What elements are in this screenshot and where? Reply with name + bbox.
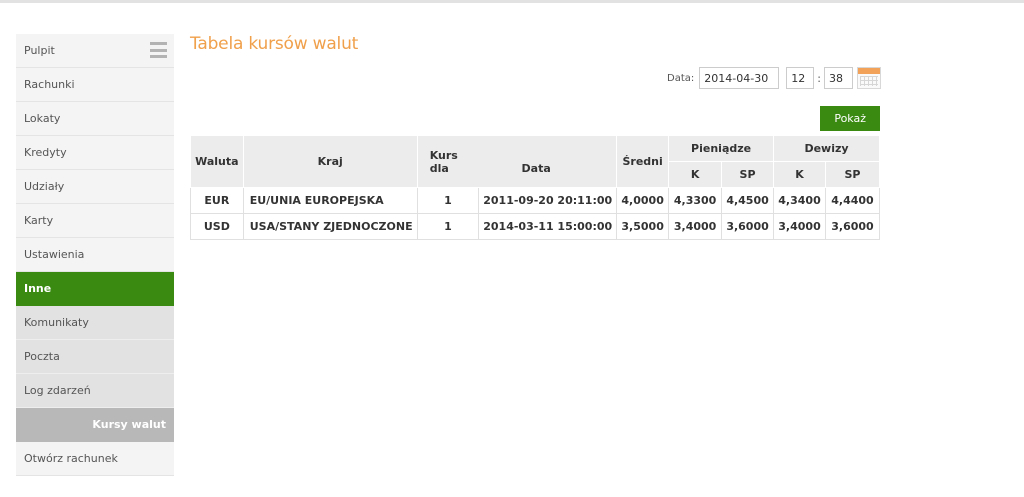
cell-cash-buy: 4,3300: [668, 187, 723, 214]
sidebar-item-ustawienia[interactable]: Ustawienia: [16, 238, 174, 272]
sidebar-item-label: Inne: [24, 282, 52, 295]
sidebar-item-otworz-rachunek[interactable]: Otwórz rachunek: [16, 442, 174, 476]
sidebar-subitem-komunikaty[interactable]: Komunikaty: [16, 306, 174, 340]
sidebar-subitem-kursy-walut[interactable]: Kursy walut: [16, 408, 174, 442]
sidebar-item-kredyty[interactable]: Kredyty: [16, 136, 174, 170]
calendar-icon[interactable]: [857, 67, 881, 89]
sidebar-item-rachunki[interactable]: Rachunki: [16, 68, 174, 102]
cell-foreign-sell: 4,4400: [825, 187, 880, 214]
cell-foreign-buy: 4,3400: [773, 187, 826, 214]
date-input[interactable]: [699, 67, 780, 89]
col-header-cash: Pieniądze: [668, 135, 775, 162]
sidebar-item-label: Otwórz rachunek: [24, 452, 118, 465]
date-label: Data:: [667, 72, 695, 84]
hour-input[interactable]: [786, 67, 815, 89]
col-header-currency: Waluta: [190, 135, 244, 188]
cell-currency: EUR: [190, 187, 244, 214]
sidebar-item-label: Lokaty: [24, 112, 61, 125]
cell-date: 2014-03-11 15:00:00: [478, 213, 618, 240]
table-row: USD USA/STANY ZJEDNOCZONE 1 2014-03-11 1…: [190, 213, 880, 240]
col-header-rate-for: Kurs dla: [429, 148, 458, 175]
cell-currency: USD: [190, 213, 244, 240]
sidebar-item-label: Rachunki: [24, 78, 75, 91]
col-header-foreign: Dewizy: [773, 135, 880, 162]
table-row: EUR EU/UNIA EUROPEJSKA 1 2011-09-20 20:1…: [190, 187, 880, 214]
cell-cash-buy: 3,4000: [668, 213, 723, 240]
sidebar-subitem-log-zdarzen[interactable]: Log zdarzeń: [16, 374, 174, 408]
sidebar-item-label: Ustawienia: [24, 248, 85, 261]
col-header-date: Data: [521, 161, 551, 175]
exchange-rates-table: Waluta Kraj Kurs dla Data Średni Pieniąd…: [190, 135, 880, 240]
col-header-rate-for-date: Kurs dla Data: [416, 135, 618, 188]
col-header-foreign-sell: SP: [825, 161, 880, 188]
cell-country: EU/UNIA EUROPEJSKA: [243, 187, 418, 214]
sidebar-subitem-poczta[interactable]: Poczta: [16, 340, 174, 374]
cell-average: 3,5000: [616, 213, 670, 240]
sidebar-item-label: Pulpit: [24, 44, 55, 57]
sidebar-item-label: Kredyty: [24, 146, 67, 159]
cell-date: 2011-09-20 20:11:00: [478, 187, 618, 214]
sidebar-item-label: Log zdarzeń: [24, 384, 91, 397]
sidebar-item-label: Poczta: [24, 350, 60, 363]
minute-input[interactable]: [824, 67, 853, 89]
sidebar-nav: Pulpit Rachunki Lokaty Kredyty Udziały K…: [16, 34, 174, 476]
cell-foreign-buy: 3,4000: [773, 213, 826, 240]
sidebar-item-inne[interactable]: Inne: [16, 272, 174, 306]
cell-rate-for: 1: [417, 213, 480, 240]
menu-hamburger-icon[interactable]: [150, 42, 167, 58]
sidebar-item-lokaty[interactable]: Lokaty: [16, 102, 174, 136]
sidebar-item-label: Kursy walut: [92, 418, 166, 431]
sidebar-item-karty[interactable]: Karty: [16, 204, 174, 238]
sidebar-item-label: Komunikaty: [24, 316, 89, 329]
cell-cash-sell: 4,4500: [721, 187, 775, 214]
main-content: Tabela kursów walut Data: : Pokaż Waluta…: [190, 34, 881, 240]
cell-cash-sell: 3,6000: [721, 213, 775, 240]
page-title: Tabela kursów walut: [190, 34, 359, 54]
cell-foreign-sell: 3,6000: [825, 213, 880, 240]
sidebar-item-pulpit[interactable]: Pulpit: [16, 34, 174, 68]
sidebar-item-udzialy[interactable]: Udziały: [16, 170, 174, 204]
cell-rate-for: 1: [417, 187, 480, 214]
col-header-country: Kraj: [242, 135, 418, 188]
col-header-foreign-buy: K: [773, 161, 826, 188]
sidebar-item-label: Udziały: [24, 180, 65, 193]
col-header-average: Średni: [616, 135, 670, 188]
col-header-cash-sell: SP: [721, 161, 775, 188]
sidebar-item-label: Karty: [24, 214, 54, 227]
date-filter: Data: :: [667, 67, 881, 89]
top-divider: [0, 0, 1024, 3]
col-header-cash-buy: K: [668, 161, 723, 188]
time-separator: :: [817, 71, 821, 85]
cell-country: USA/STANY ZJEDNOCZONE: [243, 213, 418, 240]
show-button[interactable]: Pokaż: [820, 106, 880, 131]
cell-average: 4,0000: [616, 187, 670, 214]
